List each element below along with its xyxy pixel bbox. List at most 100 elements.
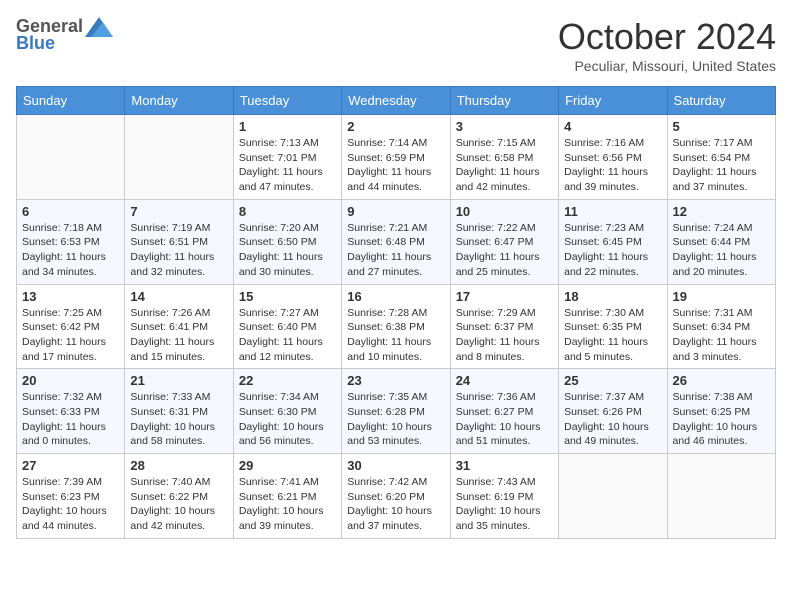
- day-detail: Sunrise: 7:27 AM Sunset: 6:40 PM Dayligh…: [239, 306, 336, 365]
- day-detail: Sunrise: 7:32 AM Sunset: 6:33 PM Dayligh…: [22, 390, 119, 449]
- day-detail: Sunrise: 7:35 AM Sunset: 6:28 PM Dayligh…: [347, 390, 444, 449]
- day-detail: Sunrise: 7:24 AM Sunset: 6:44 PM Dayligh…: [673, 221, 770, 280]
- calendar-cell: 15 Sunrise: 7:27 AM Sunset: 6:40 PM Dayli…: [233, 284, 341, 369]
- day-detail: Sunrise: 7:25 AM Sunset: 6:42 PM Dayligh…: [22, 306, 119, 365]
- calendar-cell: 21 Sunrise: 7:33 AM Sunset: 6:31 PM Dayli…: [125, 369, 233, 454]
- header-row: SundayMondayTuesdayWednesdayThursdayFrid…: [17, 87, 776, 115]
- day-number: 3: [456, 119, 553, 134]
- day-detail: Sunrise: 7:14 AM Sunset: 6:59 PM Dayligh…: [347, 136, 444, 195]
- day-number: 14: [130, 289, 227, 304]
- calendar-cell: 6Sunrise: 7:18 AM Sunset: 6:53 PM Daylig…: [17, 199, 125, 284]
- calendar-cell: 24 Sunrise: 7:36 AM Sunset: 6:27 PM Dayli…: [450, 369, 558, 454]
- day-detail: Sunrise: 7:42 AM Sunset: 6:20 PM Dayligh…: [347, 475, 444, 534]
- day-number: 28: [130, 458, 227, 473]
- day-number: 31: [456, 458, 553, 473]
- day-number: 13: [22, 289, 119, 304]
- calendar-cell: 17 Sunrise: 7:29 AM Sunset: 6:37 PM Dayli…: [450, 284, 558, 369]
- day-detail: Sunrise: 7:13 AM Sunset: 7:01 PM Dayligh…: [239, 136, 336, 195]
- day-detail: Sunrise: 7:22 AM Sunset: 6:47 PM Dayligh…: [456, 221, 553, 280]
- day-number: 10: [456, 204, 553, 219]
- calendar-cell: 12 Sunrise: 7:24 AM Sunset: 6:44 PM Dayli…: [667, 199, 775, 284]
- day-number: 9: [347, 204, 444, 219]
- calendar-cell: 18 Sunrise: 7:30 AM Sunset: 6:35 PM Dayli…: [559, 284, 667, 369]
- calendar-week-row: 1 Sunrise: 7:13 AM Sunset: 7:01 PM Daylig…: [17, 115, 776, 200]
- day-number: 18: [564, 289, 661, 304]
- calendar-cell: 29 Sunrise: 7:41 AM Sunset: 6:21 PM Dayli…: [233, 454, 341, 539]
- day-detail: Sunrise: 7:36 AM Sunset: 6:27 PM Dayligh…: [456, 390, 553, 449]
- calendar-cell: 4 Sunrise: 7:16 AM Sunset: 6:56 PM Daylig…: [559, 115, 667, 200]
- day-number: 25: [564, 373, 661, 388]
- day-number: 29: [239, 458, 336, 473]
- calendar-cell: 7Sunrise: 7:19 AM Sunset: 6:51 PM Daylig…: [125, 199, 233, 284]
- calendar-cell: 30 Sunrise: 7:42 AM Sunset: 6:20 PM Dayli…: [342, 454, 450, 539]
- day-detail: Sunrise: 7:39 AM Sunset: 6:23 PM Dayligh…: [22, 475, 119, 534]
- calendar-cell: 16 Sunrise: 7:28 AM Sunset: 6:38 PM Dayli…: [342, 284, 450, 369]
- calendar-cell: 19 Sunrise: 7:31 AM Sunset: 6:34 PM Dayli…: [667, 284, 775, 369]
- logo: General Blue: [16, 16, 113, 54]
- day-number: 12: [673, 204, 770, 219]
- day-detail: Sunrise: 7:21 AM Sunset: 6:48 PM Dayligh…: [347, 221, 444, 280]
- calendar-cell: 10 Sunrise: 7:22 AM Sunset: 6:47 PM Dayli…: [450, 199, 558, 284]
- day-detail: Sunrise: 7:33 AM Sunset: 6:31 PM Dayligh…: [130, 390, 227, 449]
- day-detail: Sunrise: 7:18 AM Sunset: 6:53 PM Dayligh…: [22, 221, 119, 280]
- day-detail: Sunrise: 7:23 AM Sunset: 6:45 PM Dayligh…: [564, 221, 661, 280]
- calendar-cell: 14 Sunrise: 7:26 AM Sunset: 6:41 PM Dayli…: [125, 284, 233, 369]
- day-number: 2: [347, 119, 444, 134]
- logo-blue-text: Blue: [16, 33, 55, 54]
- day-number: 19: [673, 289, 770, 304]
- day-number: 21: [130, 373, 227, 388]
- day-header: Wednesday: [342, 87, 450, 115]
- day-number: 4: [564, 119, 661, 134]
- calendar-cell: 5 Sunrise: 7:17 AM Sunset: 6:54 PM Daylig…: [667, 115, 775, 200]
- day-detail: Sunrise: 7:28 AM Sunset: 6:38 PM Dayligh…: [347, 306, 444, 365]
- calendar-table: SundayMondayTuesdayWednesdayThursdayFrid…: [16, 86, 776, 539]
- calendar-cell: 20 Sunrise: 7:32 AM Sunset: 6:33 PM Dayli…: [17, 369, 125, 454]
- day-number: 30: [347, 458, 444, 473]
- calendar-cell: 22 Sunrise: 7:34 AM Sunset: 6:30 PM Dayli…: [233, 369, 341, 454]
- day-header: Friday: [559, 87, 667, 115]
- calendar-cell: 26 Sunrise: 7:38 AM Sunset: 6:25 PM Dayli…: [667, 369, 775, 454]
- day-header: Sunday: [17, 87, 125, 115]
- day-detail: Sunrise: 7:29 AM Sunset: 6:37 PM Dayligh…: [456, 306, 553, 365]
- day-number: 7: [130, 204, 227, 219]
- calendar-week-row: 27 Sunrise: 7:39 AM Sunset: 6:23 PM Dayli…: [17, 454, 776, 539]
- calendar-cell: [125, 115, 233, 200]
- calendar-cell: 31Sunrise: 7:43 AM Sunset: 6:19 PM Dayli…: [450, 454, 558, 539]
- page-header: General Blue October 2024 Peculiar, Miss…: [16, 16, 776, 74]
- calendar-cell: [559, 454, 667, 539]
- calendar-cell: 9 Sunrise: 7:21 AM Sunset: 6:48 PM Daylig…: [342, 199, 450, 284]
- day-number: 16: [347, 289, 444, 304]
- logo-icon: [85, 17, 113, 37]
- calendar-cell: 23Sunrise: 7:35 AM Sunset: 6:28 PM Dayli…: [342, 369, 450, 454]
- day-number: 20: [22, 373, 119, 388]
- day-detail: Sunrise: 7:16 AM Sunset: 6:56 PM Dayligh…: [564, 136, 661, 195]
- day-detail: Sunrise: 7:40 AM Sunset: 6:22 PM Dayligh…: [130, 475, 227, 534]
- title-area: October 2024 Peculiar, Missouri, United …: [558, 16, 776, 74]
- day-detail: Sunrise: 7:34 AM Sunset: 6:30 PM Dayligh…: [239, 390, 336, 449]
- calendar-cell: 28 Sunrise: 7:40 AM Sunset: 6:22 PM Dayli…: [125, 454, 233, 539]
- day-detail: Sunrise: 7:30 AM Sunset: 6:35 PM Dayligh…: [564, 306, 661, 365]
- day-number: 26: [673, 373, 770, 388]
- day-number: 15: [239, 289, 336, 304]
- day-detail: Sunrise: 7:38 AM Sunset: 6:25 PM Dayligh…: [673, 390, 770, 449]
- calendar-cell: 3 Sunrise: 7:15 AM Sunset: 6:58 PM Daylig…: [450, 115, 558, 200]
- day-detail: Sunrise: 7:15 AM Sunset: 6:58 PM Dayligh…: [456, 136, 553, 195]
- day-detail: Sunrise: 7:31 AM Sunset: 6:34 PM Dayligh…: [673, 306, 770, 365]
- day-number: 17: [456, 289, 553, 304]
- calendar-cell: 13 Sunrise: 7:25 AM Sunset: 6:42 PM Dayli…: [17, 284, 125, 369]
- day-number: 27: [22, 458, 119, 473]
- day-header: Monday: [125, 87, 233, 115]
- day-detail: Sunrise: 7:20 AM Sunset: 6:50 PM Dayligh…: [239, 221, 336, 280]
- calendar-cell: 11Sunrise: 7:23 AM Sunset: 6:45 PM Dayli…: [559, 199, 667, 284]
- calendar-cell: 8Sunrise: 7:20 AM Sunset: 6:50 PM Daylig…: [233, 199, 341, 284]
- calendar-week-row: 6Sunrise: 7:18 AM Sunset: 6:53 PM Daylig…: [17, 199, 776, 284]
- day-detail: Sunrise: 7:17 AM Sunset: 6:54 PM Dayligh…: [673, 136, 770, 195]
- day-header: Saturday: [667, 87, 775, 115]
- day-detail: Sunrise: 7:26 AM Sunset: 6:41 PM Dayligh…: [130, 306, 227, 365]
- day-number: 24: [456, 373, 553, 388]
- day-number: 22: [239, 373, 336, 388]
- day-number: 1: [239, 119, 336, 134]
- location: Peculiar, Missouri, United States: [558, 58, 776, 74]
- day-number: 5: [673, 119, 770, 134]
- day-detail: Sunrise: 7:41 AM Sunset: 6:21 PM Dayligh…: [239, 475, 336, 534]
